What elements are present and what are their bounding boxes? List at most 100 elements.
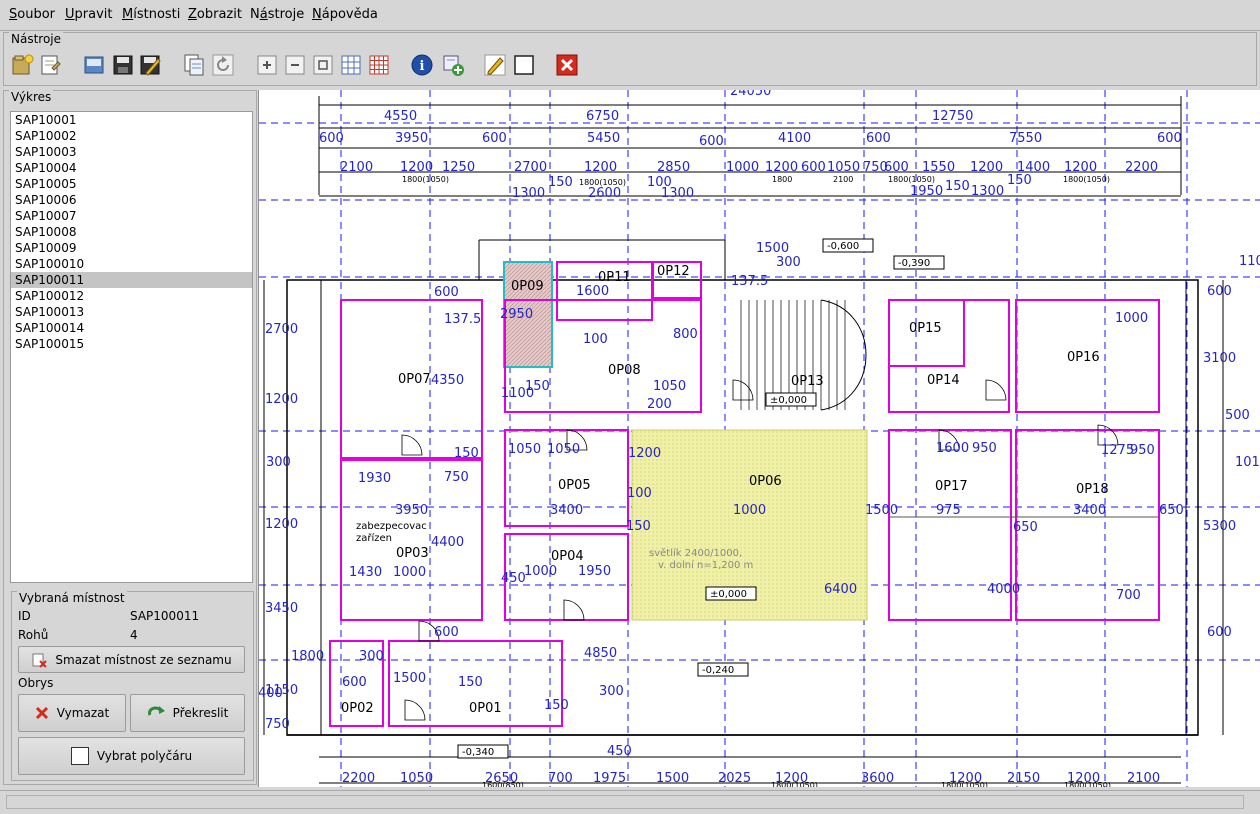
- dimension-label: 600: [319, 131, 344, 146]
- dimension-label: 5450: [587, 131, 620, 146]
- dimension-label: 650: [1159, 503, 1184, 518]
- list-item[interactable]: SAP10007: [11, 208, 252, 224]
- grid-icon[interactable]: [339, 53, 363, 77]
- list-item[interactable]: SAP100010: [11, 256, 252, 272]
- door-swing: [563, 599, 585, 621]
- list-item[interactable]: SAP10009: [11, 240, 252, 256]
- dimension-label: 1050: [827, 160, 860, 175]
- dimension-label: 300: [599, 684, 624, 699]
- dimension-label: 600: [801, 160, 826, 175]
- dimension-label: 1200: [1064, 160, 1097, 175]
- drawing-list[interactable]: SAP10001 SAP10002 SAP10003 SAP10004 SAP1…: [10, 111, 253, 583]
- redo-icon[interactable]: [211, 53, 235, 77]
- dimension-label: 7550: [1009, 131, 1042, 146]
- dimension-label: 1500: [393, 671, 426, 686]
- room-label: 0P09: [511, 279, 544, 294]
- list-item[interactable]: SAP100014: [11, 320, 252, 336]
- dimension-label: 1200: [400, 160, 433, 175]
- dimension-label: 2850: [657, 160, 690, 175]
- list-item[interactable]: SAP10006: [11, 192, 252, 208]
- add-room-icon[interactable]: [441, 53, 465, 77]
- dimension-label: 2025: [718, 771, 751, 786]
- select-rectangle-icon[interactable]: [512, 53, 536, 77]
- dimension-label: 1600: [576, 284, 609, 299]
- menu-bar: Soubor Upravit Místnosti Zobrazit Nástro…: [0, 0, 1260, 31]
- dimension-label: 700: [1116, 588, 1141, 603]
- save-icon[interactable]: [111, 53, 135, 77]
- list-item[interactable]: SAP100012: [11, 288, 252, 304]
- list-item[interactable]: SAP10005: [11, 176, 252, 192]
- dimension-label: 1500: [656, 771, 689, 786]
- dimension-label: 3950: [395, 131, 428, 146]
- dimension-label: 2600: [588, 186, 621, 201]
- door-swing: [1097, 424, 1119, 446]
- dimension-label: 3450: [265, 601, 298, 616]
- zoom-in-icon[interactable]: [255, 53, 279, 77]
- list-item-selected[interactable]: SAP100011: [11, 272, 252, 288]
- dimension-label: 1300: [661, 186, 694, 201]
- dimension-label: 1000: [393, 565, 426, 580]
- dimension-label: 1500: [865, 503, 898, 518]
- delete-room-button[interactable]: Smazat místnost ze seznamu: [18, 646, 245, 673]
- door-swing: [404, 699, 426, 721]
- draw-pencil-icon[interactable]: [483, 53, 507, 77]
- menu-mistnosti[interactable]: Místnosti: [122, 7, 180, 22]
- dimension-label: 1050: [508, 442, 541, 457]
- menu-zobrazit[interactable]: Zobrazit: [188, 7, 242, 22]
- dimension-label: 600: [699, 134, 724, 149]
- floor-plan[interactable]: 0P01 0P02 0P03 0P04 0P05 0P06 0P07 0P08 0P09 0P11…: [259, 90, 1260, 787]
- drawing-canvas[interactable]: 0P01 0P02 0P03 0P04 0P05 0P06 0P07 0P08 0P09 0P11…: [258, 90, 1260, 787]
- dimension-label: 100: [627, 486, 652, 501]
- door-size-label: 1600(850): [482, 781, 524, 787]
- dimension-label: 750: [444, 470, 469, 485]
- dimension-label: 600: [866, 131, 891, 146]
- select-polyline-button[interactable]: Vybrat polyčáru: [18, 737, 245, 775]
- dimension-label: 600: [1207, 284, 1232, 299]
- list-item[interactable]: SAP10002: [11, 128, 252, 144]
- room-label: 0P12: [657, 264, 690, 279]
- save-as-icon[interactable]: [138, 53, 162, 77]
- level-label: -0,240: [702, 665, 734, 676]
- door-size-label: 1800: [772, 175, 792, 184]
- menu-upravit[interactable]: Upravit: [65, 7, 112, 22]
- erase-button[interactable]: Vymazat: [18, 694, 126, 732]
- list-item[interactable]: SAP10008: [11, 224, 252, 240]
- list-item[interactable]: SAP100013: [11, 304, 252, 320]
- menu-napoveda[interactable]: Nápověda: [312, 7, 378, 22]
- dimension-label: 975: [936, 503, 961, 518]
- new-drawing-icon[interactable]: [38, 53, 62, 77]
- menu-nastroje[interactable]: Nástroje: [250, 7, 304, 22]
- room-label: 0P02: [341, 701, 374, 716]
- room-label: 0P15: [909, 321, 942, 336]
- dimension-label: 1050: [547, 442, 580, 457]
- dimension-label: 1200: [970, 160, 1003, 175]
- dimension-label: 150: [454, 446, 479, 461]
- dimension-label: 1200: [265, 517, 298, 532]
- dimension-label: 1430: [349, 565, 382, 580]
- door-swing: [401, 434, 423, 456]
- delete-room-icon: [32, 653, 48, 668]
- menu-soubor[interactable]: Soubor: [9, 7, 55, 22]
- note-label: zabezpecovac: [356, 521, 427, 532]
- list-item[interactable]: SAP10003: [11, 144, 252, 160]
- open-file-icon[interactable]: [82, 53, 106, 77]
- door-size-label: 1800(1050): [941, 781, 988, 787]
- info-icon[interactable]: i: [410, 53, 434, 77]
- list-item[interactable]: SAP10001: [11, 112, 252, 128]
- delete-icon[interactable]: [555, 53, 579, 77]
- grid-red-icon[interactable]: [367, 53, 391, 77]
- copy-icon[interactable]: [182, 53, 206, 77]
- dimension-label: 600: [884, 160, 909, 175]
- zoom-out-icon[interactable]: [283, 53, 307, 77]
- dimension-label: 4550: [384, 109, 417, 124]
- list-item[interactable]: SAP100015: [11, 336, 252, 352]
- level-label: -0,600: [827, 241, 859, 252]
- zoom-fit-icon[interactable]: [311, 53, 335, 77]
- new-project-icon[interactable]: [11, 53, 35, 77]
- list-item[interactable]: SAP10004: [11, 160, 252, 176]
- polyline-checkbox-icon: [70, 747, 89, 765]
- dimension-label: 150: [548, 175, 573, 190]
- redraw-button[interactable]: Překreslit: [130, 694, 245, 732]
- dimension-label: 1950: [578, 564, 611, 579]
- dimension-label: 2700: [514, 160, 547, 175]
